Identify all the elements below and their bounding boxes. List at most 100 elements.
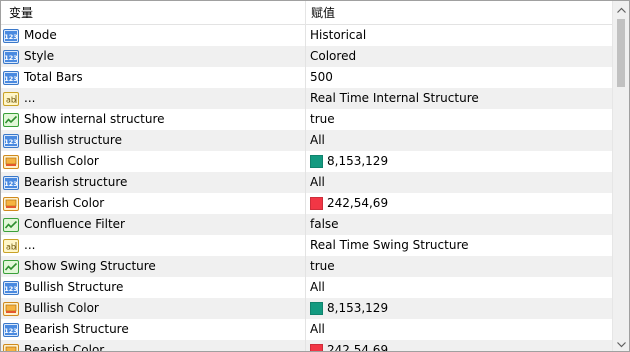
variable-value: false [310,217,339,231]
property-row[interactable]: Bullish Color 8,153,129 [1,151,613,172]
color-swatch[interactable] [310,344,323,351]
variable-cell[interactable]: Bullish Color [1,298,306,319]
variable-value: 8,153,129 [327,154,389,168]
value-cell[interactable]: 242,54,69 [306,340,613,351]
scroll-thumb[interactable] [617,19,625,87]
variable-name: ... [24,91,36,105]
number-icon: 123 [3,49,19,64]
variable-cell[interactable]: Bearish Color [1,193,306,214]
header-value[interactable]: 赋值 [306,1,613,25]
variable-name: Style [24,49,55,63]
header-variable[interactable]: 变量 [1,1,306,25]
variable-value: All [310,322,325,336]
variable-cell[interactable]: 123 Style [1,46,306,67]
variable-cell[interactable]: Bullish Color [1,151,306,172]
variable-name: ... [24,238,36,252]
variable-cell[interactable]: ab... [1,88,306,109]
color-swatch[interactable] [310,155,323,168]
variable-cell[interactable]: 123 Total Bars [1,67,306,88]
bool-icon [3,259,19,274]
value-cell[interactable]: Colored [306,46,613,67]
rows-container: 123 Mode Historical 123 Style Colored 123 Total… [1,25,613,352]
variable-value: 500 [310,70,333,84]
value-cell[interactable]: All [306,319,613,340]
variable-value: All [310,133,325,147]
inputs-grid: 变量 赋值 123 Mode Historical 123 Style Colored 12… [1,1,613,352]
property-row[interactable]: Show Swing Structure true [1,256,613,277]
number-icon: 123 [3,133,19,148]
number-icon: 123 [3,280,19,295]
value-cell[interactable]: 500 [306,67,613,88]
variable-name: Total Bars [24,70,83,84]
color-swatch[interactable] [310,197,323,210]
number-icon: 123 [3,28,19,43]
property-row[interactable]: Confluence Filter false [1,214,613,235]
variable-value: All [310,175,325,189]
property-row[interactable]: Show internal structure true [1,109,613,130]
value-cell[interactable]: 242,54,69 [306,193,613,214]
variable-cell[interactable]: 123 Mode [1,25,306,46]
variable-cell[interactable]: Show Swing Structure [1,256,306,277]
variable-value: 242,54,69 [327,196,389,210]
value-cell[interactable]: 8,153,129 [306,298,613,319]
variable-name: Bullish Color [24,301,99,315]
variable-name: Mode [24,28,57,42]
value-cell[interactable]: 8,153,129 [306,151,613,172]
number-icon: 123 [3,175,19,190]
number-icon: 123 [3,322,19,337]
grid-header: 变量 赋值 [1,1,613,25]
variable-value: Historical [310,28,367,42]
property-row[interactable]: 123 Bullish structure All [1,130,613,151]
color-swatch[interactable] [310,302,323,315]
variable-value: 8,153,129 [327,301,389,315]
value-cell[interactable]: Real Time Internal Structure [306,88,613,109]
scroll-up-button[interactable] [613,1,629,18]
color-icon [3,301,19,316]
variable-cell[interactable]: 123 Bearish Structure [1,319,306,340]
property-row[interactable]: 123 Total Bars 500 [1,67,613,88]
value-cell[interactable]: false [306,214,613,235]
property-row[interactable]: 123 Bearish structure All [1,172,613,193]
variable-name: Bearish Color [24,343,105,352]
variable-cell[interactable]: 123 Bearish structure [1,172,306,193]
variable-cell[interactable]: ab... [1,235,306,256]
property-row[interactable]: ab... Real Time Swing Structure [1,235,613,256]
variable-cell[interactable]: Confluence Filter [1,214,306,235]
property-row[interactable]: 123 Bullish Structure All [1,277,613,298]
value-cell[interactable]: Historical [306,25,613,46]
variable-cell[interactable]: 123 Bullish structure [1,130,306,151]
variable-cell[interactable]: 123 Bullish Structure [1,277,306,298]
property-row[interactable]: Bearish Color 242,54,69 [1,193,613,214]
variable-cell[interactable]: Bearish Color [1,340,306,352]
variable-value: Colored [310,49,357,63]
variable-name: Bearish Structure [24,322,129,336]
value-cell[interactable]: true [306,109,613,130]
property-row[interactable]: 123 Style Colored [1,46,613,67]
bool-icon [3,217,19,232]
value-cell[interactable]: Real Time Swing Structure [306,235,613,256]
value-cell[interactable]: true [306,256,613,277]
svg-text:123: 123 [4,75,18,83]
variable-cell[interactable]: Show internal structure [1,109,306,130]
variable-name: Confluence Filter [24,217,125,231]
variable-value: All [310,280,325,294]
property-row[interactable]: ab... Real Time Internal Structure [1,88,613,109]
property-row[interactable]: 123 Bearish Structure All [1,319,613,340]
svg-text:123: 123 [4,180,18,188]
svg-text:123: 123 [4,327,18,335]
variable-name: Bullish structure [24,133,122,147]
value-cell[interactable]: All [306,172,613,193]
variable-name: Bearish structure [24,175,128,189]
vertical-scrollbar[interactable] [612,1,629,351]
variable-name: Show Swing Structure [24,259,156,273]
property-row[interactable]: Bearish Color 242,54,69 [1,340,613,352]
property-row[interactable]: 123 Mode Historical [1,25,613,46]
scroll-down-button[interactable] [613,336,629,351]
value-cell[interactable]: All [306,277,613,298]
bool-icon [3,112,19,127]
svg-text:ab: ab [6,242,16,251]
value-cell[interactable]: All [306,130,613,151]
property-row[interactable]: Bullish Color 8,153,129 [1,298,613,319]
text-icon: ab [3,238,19,253]
text-icon: ab [3,91,19,106]
